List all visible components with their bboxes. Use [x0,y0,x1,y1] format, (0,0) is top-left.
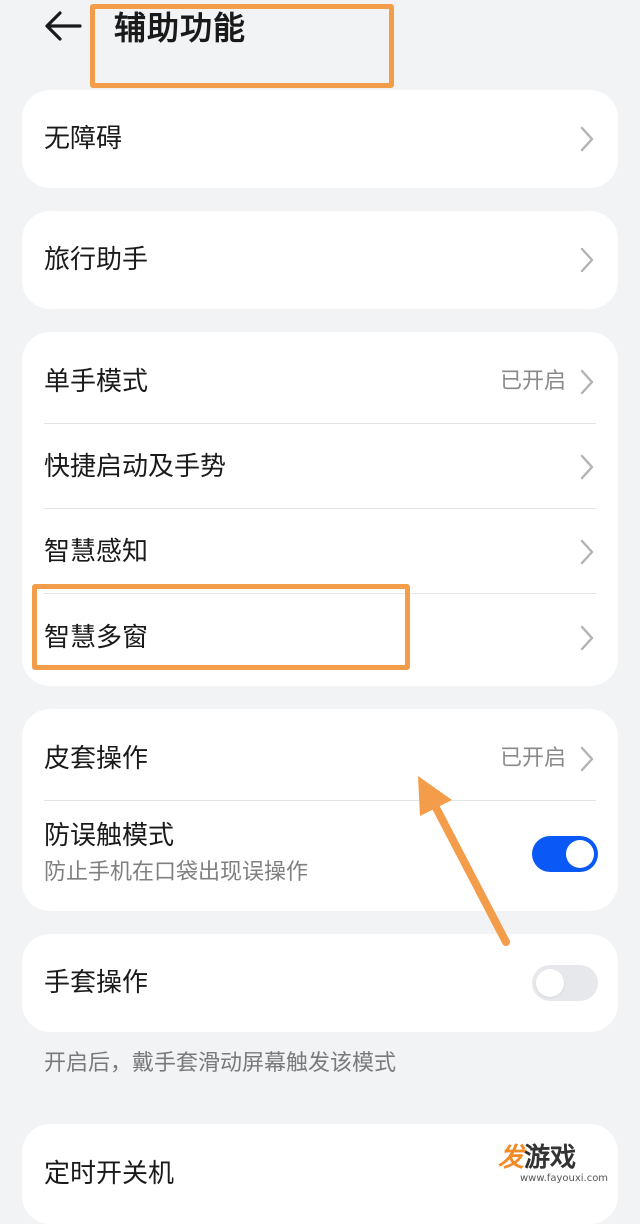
travel-assistant-row[interactable]: 旅行助手 [22,211,618,309]
cover-operation-status: 已开启 [499,746,566,771]
chevron-right-icon [580,126,594,152]
shortcuts-gestures-label: 快捷启动及手势 [44,452,227,482]
watermark-logo-char: 发 [498,1143,525,1173]
site-watermark: 发游戏 www.fayouxi.com [498,1142,618,1186]
chevron-right-icon [580,625,594,651]
one-hand-mode-label: 单手模式 [44,367,149,397]
smart-multi-window-row[interactable]: 智慧多窗 [22,594,618,686]
chevron-right-icon [580,746,594,772]
watermark-url: www.fayouxi.com [520,1173,609,1184]
top-bar: 辅助功能 [0,0,640,90]
one-hand-mode-status: 已开启 [499,369,566,394]
accessibility-row[interactable]: 无障碍 [22,90,618,188]
glove-mode-row: 手套操作 [22,934,618,1032]
arrow-left-icon[interactable] [42,8,84,44]
chevron-right-icon [580,369,594,395]
cover-operation-row[interactable]: 皮套操作 已开启 [22,709,618,801]
toggle-knob [566,840,594,868]
watermark-logo: 发游戏 [498,1142,576,1174]
glove-mode-toggle[interactable] [532,965,598,1001]
cover-operation-label: 皮套操作 [44,744,149,774]
pocket-mode-label: 防误触模式 [44,821,175,851]
watermark-logo-text: 游戏 [524,1143,577,1173]
shortcuts-gestures-row[interactable]: 快捷启动及手势 [22,424,618,509]
scheduled-power-label: 定时开关机 [44,1159,175,1189]
toggle-knob [536,969,564,997]
glove-mode-label: 手套操作 [44,968,149,998]
pocket-mode-description: 防止手机在口袋出现误操作 [44,860,309,885]
travel-card: 旅行助手 [22,211,618,309]
gestures-card: 单手模式 已开启 快捷启动及手势 智慧感知 智慧多窗 [22,332,618,686]
pocket-mode-toggle[interactable] [532,836,598,872]
chevron-right-icon [580,247,594,273]
smart-multi-window-label: 智慧多窗 [44,623,149,653]
pocket-mode-row: 防误触模式 防止手机在口袋出现误操作 [22,801,618,911]
travel-assistant-label: 旅行助手 [44,245,149,275]
glove-card: 手套操作 [22,934,618,1032]
one-hand-mode-row[interactable]: 单手模式 已开启 [22,332,618,424]
accessibility-label: 无障碍 [44,124,123,154]
page-title: 辅助功能 [114,9,247,47]
chevron-right-icon [580,454,594,480]
smart-sense-row[interactable]: 智慧感知 [22,509,618,594]
chevron-right-icon [580,539,594,565]
smart-sense-label: 智慧感知 [44,537,149,567]
cover-card: 皮套操作 已开启 防误触模式 防止手机在口袋出现误操作 [22,709,618,911]
glove-mode-footnote: 开启后，戴手套滑动屏幕触发该模式 [44,1051,397,1076]
accessibility-card: 无障碍 [22,90,618,188]
